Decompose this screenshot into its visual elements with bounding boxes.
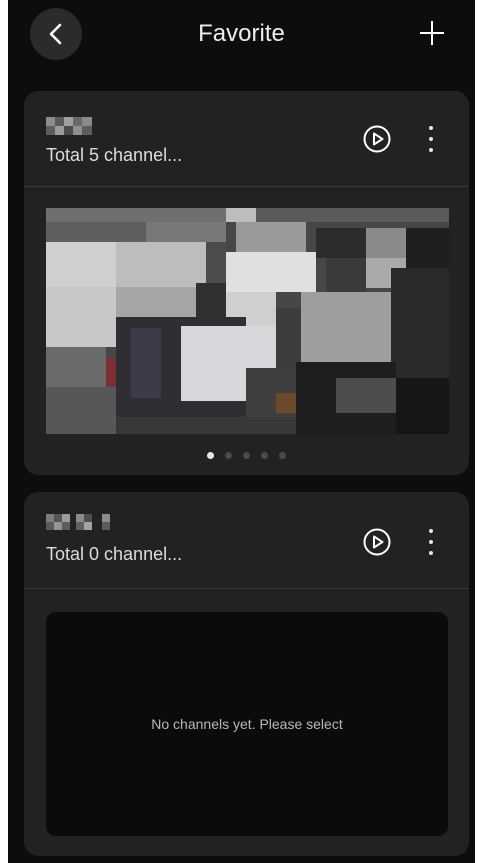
play-circle-icon[interactable] [362,124,392,154]
channel-count: Total 5 channel... [46,145,183,165]
more-vertical-icon[interactable] [420,124,442,154]
page-dot[interactable] [261,452,268,459]
camera-preview-thumbnail[interactable] [46,208,449,434]
page-dot[interactable] [207,452,214,459]
page-indicator [24,452,469,459]
empty-channels-area[interactable]: No channels yet. Please select [46,612,448,836]
favorite-group-card[interactable]: Total 0 channel... No channels yet. Plea… [24,492,469,856]
favorite-screen: Favorite Total 5 channel... Total 0 chan… [8,0,475,863]
add-button[interactable] [415,16,449,50]
page-dot[interactable] [243,452,250,459]
empty-message: No channels yet. Please select [151,716,343,732]
group-name-redacted [46,117,92,135]
play-circle-icon[interactable] [362,527,392,557]
plus-icon [420,21,444,45]
divider [24,186,469,187]
divider [24,588,469,589]
channel-count: Total 0 channel... [46,544,183,564]
header: Favorite [8,0,475,70]
card-header: Total 0 channel... [24,492,469,589]
favorite-group-card[interactable]: Total 5 channel... [24,91,469,475]
group-name-redacted [46,514,110,530]
page-title: Favorite [198,20,285,47]
more-vertical-icon[interactable] [420,527,442,557]
camera-preview-image [46,208,449,434]
card-header: Total 5 channel... [24,91,469,187]
page-dot[interactable] [279,452,286,459]
page-dot[interactable] [225,452,232,459]
